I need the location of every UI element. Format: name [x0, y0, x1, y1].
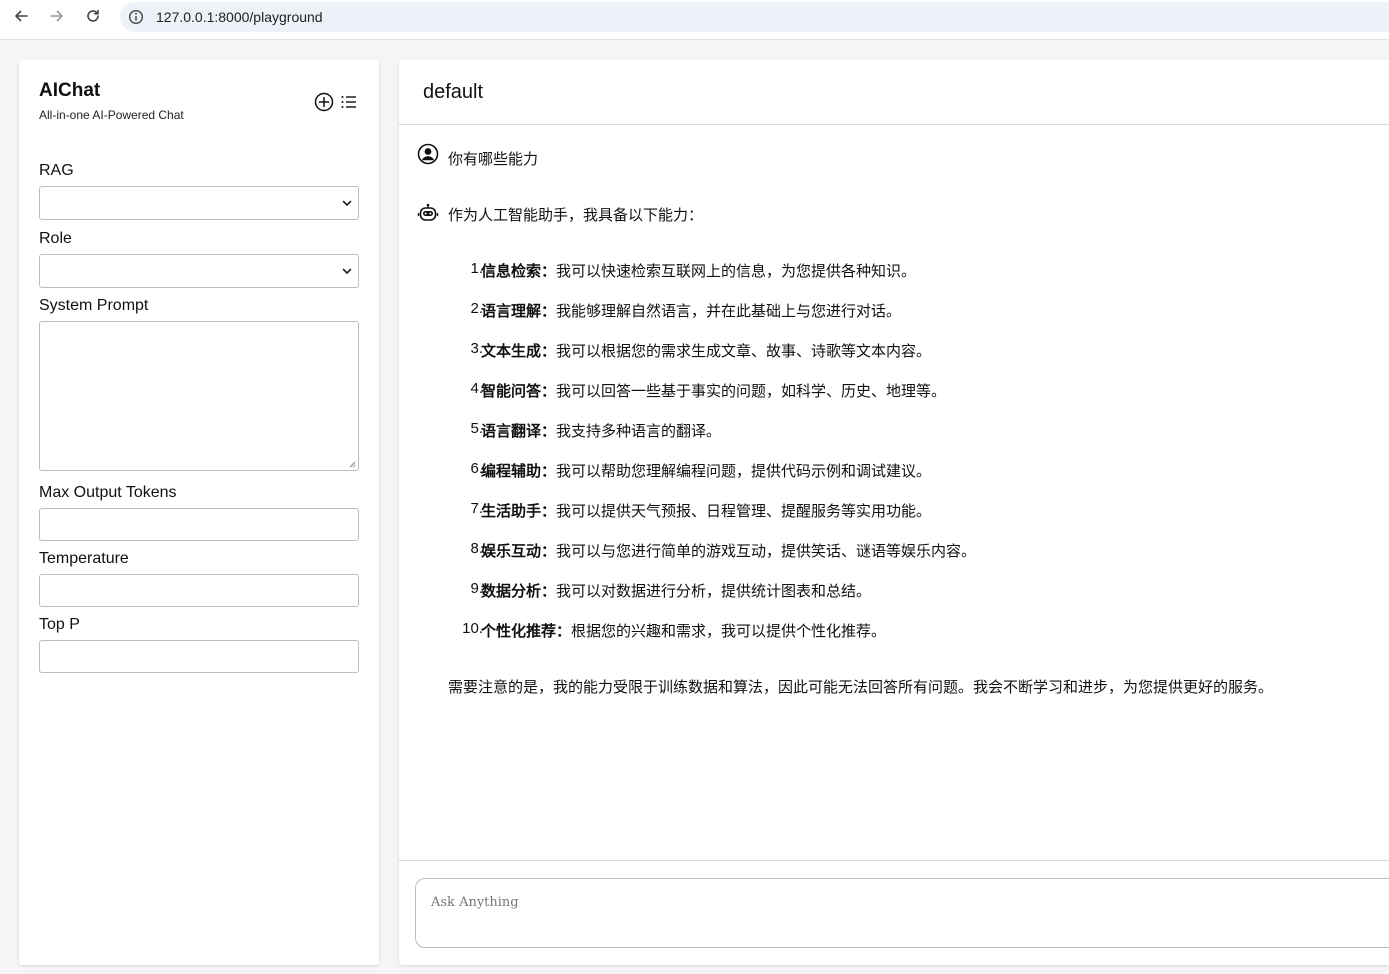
chat-title: default	[423, 81, 484, 103]
capability-text: 我可以回答一些基于事实的问题，如科学、历史、地理等。	[556, 383, 947, 400]
app-subtitle: All-in-one AI-Powered Chat	[39, 108, 184, 122]
capability-term: 生活助手	[481, 503, 542, 520]
capability-text: 我可以快速检索互联网上的信息，为您提供各种知识。	[556, 263, 917, 280]
settings-sidebar: AIChat All-in-one AI-Powered Chat RAG Ro…	[19, 60, 379, 965]
capability-term: 语言翻译	[481, 423, 542, 440]
ask-input[interactable]: Ask Anything	[415, 878, 1389, 948]
system-prompt-textarea[interactable]	[39, 321, 359, 471]
capability-text: 根据您的兴趣和需求，我可以提供个性化推荐。	[571, 623, 887, 640]
app-title: AIChat	[39, 80, 101, 101]
chat-list-icon[interactable]	[339, 92, 359, 112]
capability-term: 智能问答	[481, 383, 542, 400]
capability-term: 娱乐互动	[481, 543, 542, 560]
term-separator: ：	[541, 303, 557, 320]
list-item: 2. 语言理解：我能够理解自然语言，并在此基础上与您进行对话。	[448, 300, 1368, 322]
list-item: 8. 娱乐互动：我可以与您进行简单的游戏互动，提供笑话、谜语等娱乐内容。	[448, 540, 1368, 562]
role-label: Role	[39, 230, 72, 247]
user-avatar-icon	[417, 143, 439, 165]
capability-term: 文本生成	[481, 343, 542, 360]
term-separator: ：	[541, 463, 557, 480]
capability-text: 我可以提供天气预报、日程管理、提醒服务等实用功能。	[556, 503, 932, 520]
chevron-down-icon	[342, 200, 352, 206]
list-number: 10.	[462, 620, 483, 637]
term-separator: ：	[541, 383, 557, 400]
temperature-input[interactable]	[39, 574, 359, 607]
ask-placeholder: Ask Anything	[431, 895, 519, 910]
top-p-label: Top P	[39, 616, 80, 633]
assistant-note: 需要注意的是，我的能力受限于训练数据和算法，因此可能无法回答所有问题。我会不断学…	[448, 679, 1274, 696]
assistant-intro: 作为人工智能助手，我具备以下能力：	[448, 207, 704, 224]
list-item: 4. 智能问答：我可以回答一些基于事实的问题，如科学、历史、地理等。	[448, 380, 1368, 402]
capability-term: 信息检索	[481, 263, 542, 280]
address-bar[interactable]: 127.0.0.1:8000/playground	[120, 2, 1389, 32]
input-divider	[399, 860, 1389, 861]
robot-icon	[417, 202, 439, 224]
list-item: 10. 个性化推荐：根据您的兴趣和需求，我可以提供个性化推荐。	[448, 620, 1368, 642]
top-p-input[interactable]	[39, 640, 359, 673]
resize-grip-icon[interactable]	[348, 460, 356, 468]
rag-label: RAG	[39, 162, 74, 179]
list-item: 6. 编程辅助：我可以帮助您理解编程问题，提供代码示例和调试建议。	[448, 460, 1368, 482]
max-output-tokens-input[interactable]	[39, 508, 359, 541]
term-separator: ：	[541, 543, 557, 560]
system-prompt-label: System Prompt	[39, 297, 149, 314]
list-item: 5. 语言翻译：我支持多种语言的翻译。	[448, 420, 1368, 442]
capability-text: 我可以帮助您理解编程问题，提供代码示例和调试建议。	[556, 463, 932, 480]
capability-text: 我可以与您进行简单的游戏互动，提供笑话、谜语等娱乐内容。	[556, 543, 977, 560]
term-separator: ：	[541, 423, 557, 440]
chevron-down-icon	[342, 268, 352, 274]
term-separator: ：	[541, 263, 557, 280]
capability-term: 语言理解	[481, 303, 542, 320]
term-separator: ：	[541, 503, 557, 520]
rag-select[interactable]	[39, 186, 359, 220]
max-output-tokens-label: Max Output Tokens	[39, 484, 177, 501]
list-item: 7. 生活助手：我可以提供天气预报、日程管理、提醒服务等实用功能。	[448, 500, 1368, 522]
capability-term: 编程辅助	[481, 463, 542, 480]
new-chat-plus-icon[interactable]	[314, 92, 334, 112]
list-item: 1. 信息检索：我可以快速检索互联网上的信息，为您提供各种知识。	[448, 260, 1368, 282]
capability-term: 数据分析	[481, 583, 542, 600]
arrow-left-icon[interactable]	[9, 4, 33, 28]
term-separator: ：	[541, 583, 557, 600]
term-separator: ：	[556, 623, 572, 640]
term-separator: ：	[541, 343, 557, 360]
capability-term: 个性化推荐	[481, 623, 557, 640]
capability-text: 我可以根据您的需求生成文章、故事、诗歌等文本内容。	[556, 343, 932, 360]
site-info-icon[interactable]	[128, 9, 144, 25]
url-text[interactable]: 127.0.0.1:8000/playground	[156, 9, 323, 25]
browser-toolbar: 127.0.0.1:8000/playground	[0, 0, 1389, 40]
reload-icon[interactable]	[81, 4, 105, 28]
arrow-right-icon[interactable]	[45, 4, 69, 28]
temperature-label: Temperature	[39, 550, 129, 567]
capability-text: 我可以对数据进行分析，提供统计图表和总结。	[556, 583, 872, 600]
chat-header: default	[399, 60, 1389, 125]
capability-text: 我支持多种语言的翻译。	[556, 423, 722, 440]
list-item: 9. 数据分析：我可以对数据进行分析，提供统计图表和总结。	[448, 580, 1368, 602]
chat-panel: default 你有哪些能力 作为人工智能助手，我具备以下能力： 1. 信息检索…	[399, 60, 1389, 965]
user-message: 你有哪些能力	[448, 151, 539, 168]
list-item: 3. 文本生成：我可以根据您的需求生成文章、故事、诗歌等文本内容。	[448, 340, 1368, 362]
role-select[interactable]	[39, 254, 359, 288]
capability-text: 我能够理解自然语言，并在此基础上与您进行对话。	[556, 303, 902, 320]
